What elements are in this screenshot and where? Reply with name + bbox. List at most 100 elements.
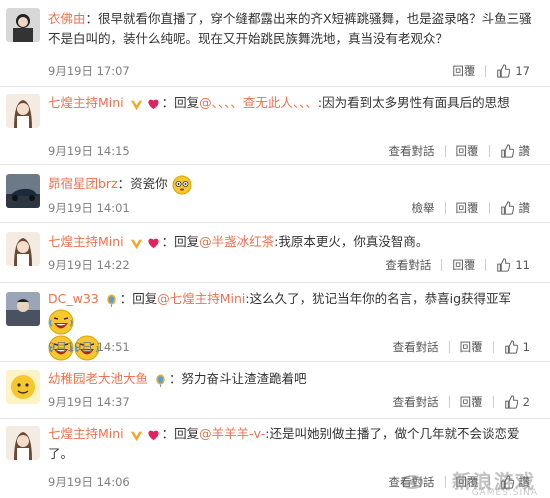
comment-date: 9月19日 14:22 xyxy=(48,258,130,272)
reply-button[interactable]: 回覆 xyxy=(452,63,475,79)
like-button[interactable]: 2 xyxy=(504,395,530,409)
username-link[interactable]: 衣佛由 xyxy=(48,11,86,26)
comment-date: 9月19日 14:01 xyxy=(48,201,130,215)
avatar[interactable] xyxy=(6,370,40,404)
comment-date: 9月19日 14:37 xyxy=(48,395,130,409)
divider xyxy=(485,65,487,77)
balloon-badge-icon xyxy=(154,373,167,387)
thumbs-up-icon xyxy=(500,144,514,158)
mention-link[interactable]: @羊羊羊-v- xyxy=(199,426,265,441)
avatar[interactable] xyxy=(6,94,40,128)
avatar[interactable] xyxy=(6,426,40,460)
divider xyxy=(488,202,490,214)
mention-link[interactable]: @七煌主持Mini xyxy=(157,291,245,306)
avatar[interactable] xyxy=(6,174,40,208)
comment-date: 9月19日 14:15 xyxy=(48,144,130,158)
comment-item: 七煌主持Mini ：回复@半盏冰红茶:我原本更火，你真没智商。 9月19日 14… xyxy=(0,222,550,283)
thumbs-up-icon xyxy=(497,258,511,272)
divider xyxy=(444,476,446,488)
reply-button[interactable]: 回覆 xyxy=(460,339,483,355)
comment-date: 9月19日 17:07 xyxy=(48,64,130,78)
like-button[interactable]: 17 xyxy=(496,64,530,78)
username-link[interactable]: DC_w33 xyxy=(48,291,99,306)
username-link[interactable]: 昴宿星团brz xyxy=(48,176,118,191)
comment-meta: 9月19日 14:51 查看對話 回覆 1 xyxy=(48,339,540,357)
comment-text: 七煌主持Mini ：回复@、、、、查无此人、、、:因为看到太多男性有面具后的思想 xyxy=(48,95,510,111)
emoji-icon xyxy=(172,175,192,195)
username-link[interactable]: 七煌主持Mini xyxy=(48,234,124,249)
view-conversation-button[interactable]: 查看對話 xyxy=(385,257,431,273)
like-button[interactable]: 讚 xyxy=(500,143,531,159)
avatar[interactable] xyxy=(6,8,40,42)
thumbs-up-icon xyxy=(504,395,518,409)
vip-badge-icon xyxy=(147,236,160,249)
divider xyxy=(444,145,446,157)
comment-text: 七煌主持Mini ：回复@羊羊羊-v-:还是叫她别做主播了，做个几年就不会谈恋爱… xyxy=(48,426,520,461)
username-link[interactable]: 七煌主持Mini xyxy=(48,426,124,441)
divider xyxy=(448,396,450,408)
thumbs-up-icon xyxy=(504,340,518,354)
comment-text: 衣佛由：很早就看你直播了，穿个缝都露出来的齐X短裤跳骚舞，也是盗录咯？斗鱼三骚不… xyxy=(48,11,532,46)
divider xyxy=(441,259,443,271)
comment-item: DC_w33 ：回复@七煌主持Mini:这么久了，犹记当年你的名言，恭喜ig获得… xyxy=(0,282,550,362)
sina-eye-logo-icon xyxy=(401,475,423,489)
view-conversation-button[interactable]: 查看對話 xyxy=(389,143,435,159)
reply-button[interactable]: 回覆 xyxy=(456,143,479,159)
like-count: 2 xyxy=(522,395,530,409)
comment-meta: 9月19日 14:15 查看對話 回覆 讚 xyxy=(48,143,540,161)
verified-badge-icon xyxy=(130,236,143,250)
comment-body: :这么久了，犹记当年你的名言，恭喜ig获得亚军 xyxy=(245,291,512,306)
like-button[interactable]: 讚 xyxy=(500,200,531,216)
divider xyxy=(444,202,446,214)
reply-button[interactable]: 回覆 xyxy=(452,257,475,273)
thumbs-up-icon xyxy=(497,64,511,78)
comment-meta: 9月19日 14:37 查看對話 回覆 2 xyxy=(48,394,540,412)
comment-date: 9月19日 14:51 xyxy=(48,340,130,354)
divider xyxy=(488,145,490,157)
username-link[interactable]: 七煌主持Mini xyxy=(48,95,124,110)
avatar[interactable] xyxy=(6,232,40,266)
comment-body: :我原本更火，你真没智商。 xyxy=(274,234,429,249)
like-count: 1 xyxy=(522,340,530,354)
verified-badge-icon xyxy=(130,97,143,111)
comment-item: 昴宿星团brz：资瓷你 9月19日 14:01 檢舉 回覆 讚 xyxy=(0,164,550,223)
divider xyxy=(492,396,494,408)
view-conversation-button[interactable]: 查看對話 xyxy=(393,394,439,410)
comment-item: 七煌主持Mini ：回复@、、、、查无此人、、、:因为看到太多男性有面具后的思想… xyxy=(0,86,550,165)
username-link[interactable]: 幼稚园老大池大鱼 xyxy=(48,371,148,386)
like-button[interactable]: 11 xyxy=(496,258,530,272)
verified-badge-icon xyxy=(130,428,143,442)
divider xyxy=(492,341,494,353)
comment-text: 七煌主持Mini ：回复@半盏冰红茶:我原本更火，你真没智商。 xyxy=(48,234,429,250)
comment-text: 幼稚园老大池大鱼 ：努力奋斗让渣渣跪着吧 xyxy=(48,371,307,387)
like-count: 17 xyxy=(515,64,530,78)
view-conversation-button[interactable]: 查看對話 xyxy=(393,339,439,355)
balloon-badge-icon xyxy=(105,293,118,307)
mention-link[interactable]: @半盏冰红茶 xyxy=(199,234,274,249)
comment-body: :因为看到太多男性有面具后的思想 xyxy=(317,95,510,110)
comment-body: 资瓷你 xyxy=(130,176,168,191)
vip-badge-icon xyxy=(147,97,160,110)
avatar[interactable] xyxy=(6,292,40,326)
laughing-emoji-icon xyxy=(48,309,74,335)
watermark-subtitle: GAMES.SINA xyxy=(471,488,538,498)
mention-link[interactable]: @、、、、查无此人、、、 xyxy=(199,95,318,110)
comment-text: 昴宿星团brz：资瓷你 xyxy=(48,174,540,195)
like-count: 讚 xyxy=(518,201,531,215)
divider xyxy=(485,259,487,271)
like-button[interactable]: 1 xyxy=(504,340,530,354)
report-button[interactable]: 檢舉 xyxy=(412,200,435,216)
divider xyxy=(448,341,450,353)
comment-body: 很早就看你直播了，穿个缝都露出来的齐X短裤跳骚舞，也是盗录咯？斗鱼三骚不是白叫的… xyxy=(48,11,532,46)
thumbs-up-icon xyxy=(500,201,514,215)
vip-badge-icon xyxy=(147,428,160,441)
comment-meta: 9月19日 17:07 回覆 17 xyxy=(48,63,540,81)
comment-meta: 9月19日 14:22 查看對話 回覆 11 xyxy=(48,257,540,275)
reply-button[interactable]: 回覆 xyxy=(456,200,479,216)
like-count: 讚 xyxy=(518,144,531,158)
reply-button[interactable]: 回覆 xyxy=(460,394,483,410)
comment-date: 9月19日 14:06 xyxy=(48,475,130,489)
like-count: 11 xyxy=(515,258,530,272)
comment-item: 幼稚园老大池大鱼 ：努力奋斗让渣渣跪着吧 9月19日 14:37 查看對話 回覆… xyxy=(0,361,550,419)
comment-body: 努力奋斗让渣渣跪着吧 xyxy=(181,371,307,386)
